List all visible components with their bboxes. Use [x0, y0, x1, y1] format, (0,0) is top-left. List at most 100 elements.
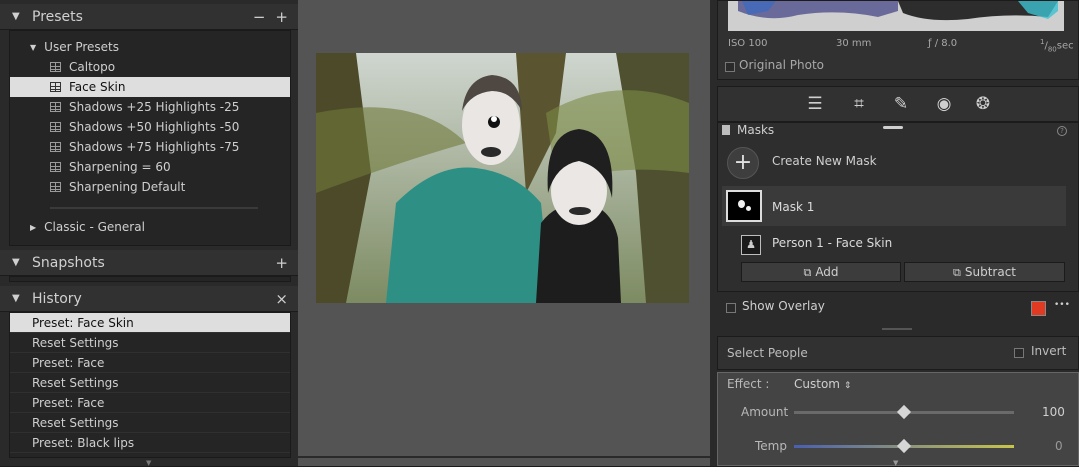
preset-icon [50, 102, 61, 112]
preset-label: Shadows +75 Highlights -75 [69, 140, 240, 154]
history-item[interactable]: Preset: Face [10, 353, 290, 373]
collapse-triangle-icon[interactable]: ▼ [12, 11, 24, 22]
expand-triangle-icon[interactable]: ▶ [30, 223, 36, 232]
folder-label: Classic - General [44, 220, 145, 234]
preset-item[interactable]: Shadows +50 Highlights -50 [10, 117, 290, 137]
history-item[interactable]: Reset Settings [10, 333, 290, 353]
mask-thumbnail[interactable] [726, 190, 762, 222]
create-mask-plus-icon[interactable]: + [727, 147, 759, 179]
snapshots-header[interactable]: ▼ Snapshots + [0, 250, 298, 276]
select-people-label: Select People [727, 346, 808, 360]
show-overlay-checkbox[interactable] [726, 303, 736, 313]
photo-canvas[interactable] [298, 0, 710, 466]
presets-list: ▼ User Presets Caltopo Face Skin Shadows +… [9, 30, 291, 246]
classic-general-folder[interactable]: ▶ Classic - General [10, 217, 290, 237]
histogram-graph[interactable] [728, 1, 1064, 31]
preset-item[interactable]: Sharpening = 60 [10, 157, 290, 177]
expand-triangle-icon[interactable]: ▼ [30, 43, 36, 52]
original-photo-checkbox[interactable] [725, 62, 735, 72]
preset-label: Sharpening = 60 [69, 160, 171, 174]
preset-item[interactable]: Caltopo [10, 57, 290, 77]
preset-icon [50, 162, 61, 172]
amount-label: Amount [741, 405, 789, 419]
snapshots-title: Snapshots [32, 254, 105, 271]
dropdown-arrows-icon: ⇕ [843, 381, 852, 391]
snapshots-list [9, 276, 291, 282]
history-item[interactable]: Preset: Face Skin [10, 313, 290, 333]
red-eye-icon[interactable]: ◉ [933, 94, 955, 114]
preset-label: Sharpening Default [69, 180, 186, 194]
help-icon[interactable]: ? [1057, 126, 1067, 136]
subtract-button[interactable]: ⧉ Subtract [904, 262, 1065, 282]
add-button[interactable]: ⧉ Add [741, 262, 901, 282]
preset-item[interactable]: Shadows +25 Highlights -25 [10, 97, 290, 117]
presets-header[interactable]: ▼ Presets − + [0, 4, 298, 30]
original-photo-label: Original Photo [739, 58, 825, 72]
presets-title: Presets [32, 8, 83, 25]
user-presets-folder[interactable]: ▼ User Presets [10, 37, 290, 57]
divider [50, 207, 258, 209]
preset-label: Caltopo [69, 60, 116, 74]
preset-item[interactable]: Face Skin [10, 77, 290, 97]
masks-panel-icon[interactable] [722, 125, 730, 135]
edit-sliders-icon[interactable]: ☰ [804, 94, 826, 114]
left-panel: ▼ Presets − + ▼ User Presets Caltopo Face… [0, 0, 298, 467]
history-item[interactable]: Reset Settings [10, 373, 290, 393]
folder-label: User Presets [44, 40, 119, 54]
drag-handle[interactable] [883, 126, 903, 129]
masking-icon[interactable]: ❂ [972, 94, 994, 114]
shutter-readout: 1/80sec [1040, 38, 1074, 54]
preset-label: Shadows +25 Highlights -25 [69, 100, 240, 114]
effect-label: Effect : [727, 377, 770, 391]
add-snapshot-icon[interactable]: + [275, 254, 288, 272]
healing-icon[interactable]: ✎ [890, 94, 912, 114]
aperture-readout: ƒ / 8.0 [928, 38, 958, 49]
history-title: History [32, 290, 82, 307]
history-item[interactable]: Preset: Black lips [10, 433, 290, 453]
masks-title: Masks [737, 123, 775, 137]
person-mask-icon[interactable]: ♟ [741, 235, 761, 255]
history-item[interactable]: Preset: Face [10, 393, 290, 413]
iso-readout: ISO 100 [728, 38, 768, 49]
preset-icon [50, 62, 61, 72]
add-preset-icon[interactable]: + [275, 8, 288, 26]
preset-item[interactable]: Sharpening Default [10, 177, 290, 197]
drag-handle[interactable] [882, 328, 912, 330]
history-item[interactable]: Reset Settings [10, 413, 290, 433]
histogram-panel: ISO 100 30 mm ƒ / 8.0 1/80sec Original P… [717, 0, 1079, 80]
more-options-icon[interactable]: ••• [1054, 300, 1070, 310]
mask-1-label: Mask 1 [772, 200, 815, 214]
photo-image[interactable] [316, 53, 689, 303]
shutter-unit: sec [1056, 40, 1074, 52]
temp-label: Temp [755, 439, 787, 453]
crop-icon[interactable]: ⌗ [848, 94, 870, 114]
component-label[interactable]: Person 1 - Face Skin [772, 236, 892, 250]
collapse-triangle-icon[interactable]: ▼ [12, 293, 24, 304]
create-new-mask-label[interactable]: Create New Mask [772, 154, 877, 168]
show-overlay-label: Show Overlay [742, 299, 825, 313]
subtract-shape-icon: ⧉ [953, 266, 961, 279]
invert-checkbox[interactable] [1014, 348, 1024, 358]
right-panel: ISO 100 30 mm ƒ / 8.0 1/80sec Original P… [710, 0, 1079, 467]
preset-label: Shadows +50 Highlights -50 [69, 120, 240, 134]
preset-icon [50, 142, 61, 152]
remove-preset-icon[interactable]: − [253, 8, 266, 26]
temp-value[interactable]: 0 [1055, 439, 1063, 453]
effect-preset-dropdown[interactable]: Custom ⇕ [794, 377, 851, 391]
amount-value[interactable]: 100 [1042, 405, 1065, 419]
focal-length-readout: 30 mm [836, 38, 872, 49]
collapse-triangle-icon[interactable]: ▼ [12, 257, 24, 268]
mask-1-row[interactable]: Mask 1 [722, 186, 1066, 226]
preset-item[interactable]: Shadows +75 Highlights -75 [10, 137, 290, 157]
subtract-label: Subtract [964, 265, 1016, 279]
history-header[interactable]: ▼ History × [0, 286, 298, 312]
preset-icon [50, 122, 61, 132]
preset-icon [50, 182, 61, 192]
add-shape-icon: ⧉ [803, 266, 812, 279]
shutter-num: 1 [1040, 38, 1045, 46]
effect-value: Custom [794, 377, 840, 391]
overlay-color-swatch[interactable] [1031, 301, 1046, 316]
clear-history-icon[interactable]: × [275, 290, 288, 308]
invert-label: Invert [1031, 344, 1067, 358]
history-list: Preset: Face Skin Reset Settings Preset: F… [9, 312, 291, 458]
